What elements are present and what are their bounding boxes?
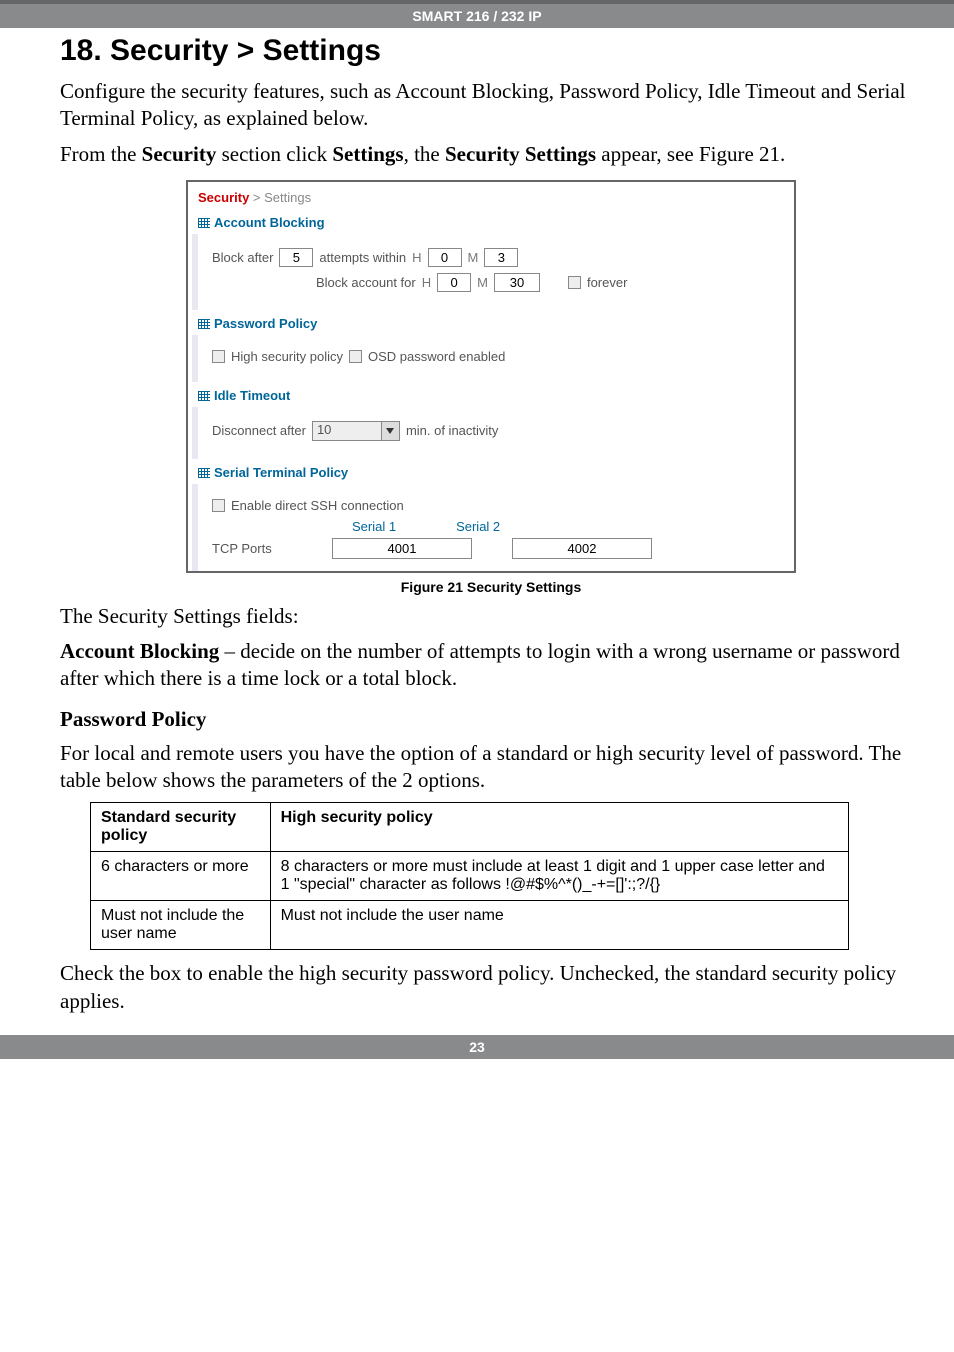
table-row: 6 characters or more 8 characters or mor… <box>91 852 849 901</box>
disconnect-after-label: Disconnect after <box>212 423 306 438</box>
text: appear, see Figure 21. <box>596 142 785 166</box>
min-inactivity-label: min. of inactivity <box>406 423 498 438</box>
osd-password-checkbox[interactable] <box>349 350 362 363</box>
intro-paragraph-2: From the Security section click Settings… <box>60 141 922 168</box>
section-idle-timeout: Idle Timeout <box>188 382 794 407</box>
tcp-ports-label: TCP Ports <box>212 541 292 556</box>
th-standard: Standard security policy <box>91 803 271 852</box>
forever-label: forever <box>587 275 627 290</box>
account-blocking-body: Block after attempts within H M Block ac… <box>192 234 794 310</box>
bold-security-settings: Security Settings <box>445 142 596 166</box>
block-h-input[interactable] <box>437 273 471 292</box>
block-after-input[interactable] <box>279 248 313 267</box>
password-policy-body: High security policy OSD password enable… <box>192 335 794 382</box>
idle-timeout-value: 10 <box>313 422 381 437</box>
policy-table: Standard security policy High security p… <box>90 802 849 950</box>
bold-settings: Settings <box>332 142 403 166</box>
intro-paragraph-1: Configure the security features, such as… <box>60 78 922 133</box>
account-blocking-desc: Account Blocking – decide on the number … <box>60 638 922 693</box>
bold-security: Security <box>142 142 217 166</box>
header-bar: SMART 216 / 232 IP <box>0 0 954 28</box>
attempts-m-input[interactable] <box>484 248 518 267</box>
block-after-label: Block after <box>212 250 273 265</box>
figure-caption: Figure 21 Security Settings <box>60 579 922 595</box>
high-security-checkbox[interactable] <box>212 350 225 363</box>
th-high: High security policy <box>270 803 848 852</box>
serial-terminal-body: Enable direct SSH connection Serial 1 Se… <box>192 484 794 571</box>
text: , the <box>404 142 445 166</box>
m-label: M <box>468 250 479 265</box>
high-security-label: High security policy <box>231 349 343 364</box>
idle-timeout-select[interactable]: 10 <box>312 421 400 441</box>
serial1-label: Serial 1 <box>352 519 396 534</box>
h-label: H <box>412 250 421 265</box>
serial2-port-input[interactable] <box>512 538 652 559</box>
text: section click <box>216 142 332 166</box>
m-label-2: M <box>477 275 488 290</box>
fields-intro: The Security Settings fields: <box>60 603 922 630</box>
td: Must not include the user name <box>91 901 271 950</box>
breadcrumb-separator: > <box>249 190 264 205</box>
table-row: Standard security policy High security p… <box>91 803 849 852</box>
serial1-port-input[interactable] <box>332 538 472 559</box>
enable-ssh-label: Enable direct SSH connection <box>231 498 404 513</box>
chevron-down-icon[interactable] <box>381 422 399 440</box>
closing-para: Check the box to enable the high securit… <box>60 960 922 1015</box>
attempts-h-input[interactable] <box>428 248 462 267</box>
block-m-input[interactable] <box>494 273 540 292</box>
security-settings-window: Security > Settings Account Blocking Blo… <box>186 180 796 573</box>
td: 6 characters or more <box>91 852 271 901</box>
forever-checkbox[interactable] <box>568 276 581 289</box>
account-blocking-bold: Account Blocking <box>60 639 219 663</box>
h-label-2: H <box>422 275 431 290</box>
page-title: 18. Security > Settings <box>60 34 922 68</box>
section-account-blocking: Account Blocking <box>188 209 794 234</box>
section-serial-terminal-policy: Serial Terminal Policy <box>188 459 794 484</box>
footer-bar: 23 <box>0 1035 954 1059</box>
breadcrumb-security[interactable]: Security <box>198 190 249 205</box>
table-row: Must not include the user name Must not … <box>91 901 849 950</box>
serial2-label: Serial 2 <box>456 519 500 534</box>
text: From the <box>60 142 142 166</box>
attempts-within-label: attempts within <box>319 250 406 265</box>
td: 8 characters or more must include at lea… <box>270 852 848 901</box>
osd-password-label: OSD password enabled <box>368 349 505 364</box>
section-password-policy: Password Policy <box>188 310 794 335</box>
breadcrumb: Security > Settings <box>188 182 794 209</box>
td: Must not include the user name <box>270 901 848 950</box>
idle-timeout-body: Disconnect after 10 min. of inactivity <box>192 407 794 459</box>
password-policy-heading: Password Policy <box>60 707 922 732</box>
enable-ssh-checkbox[interactable] <box>212 499 225 512</box>
figure-wrapper: Security > Settings Account Blocking Blo… <box>60 180 922 595</box>
block-account-for-label: Block account for <box>316 275 416 290</box>
breadcrumb-settings: Settings <box>264 190 311 205</box>
password-policy-para: For local and remote users you have the … <box>60 740 922 795</box>
